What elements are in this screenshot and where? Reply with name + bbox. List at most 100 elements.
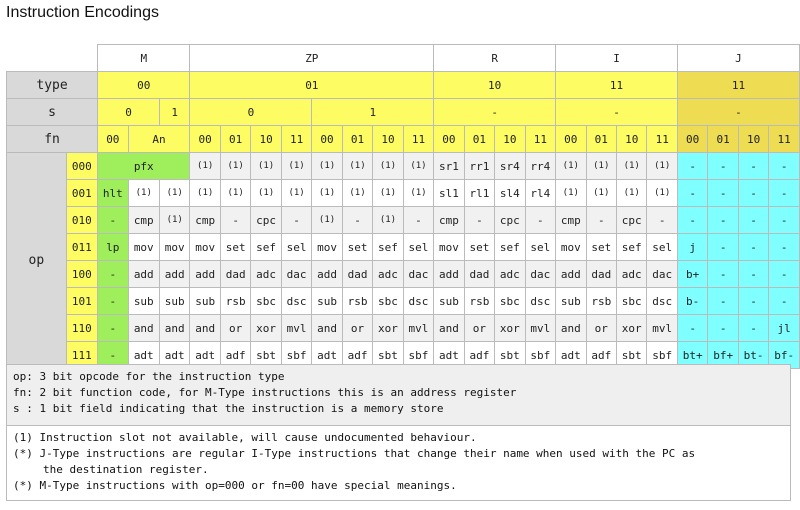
fn-code: 10: [615, 125, 648, 153]
j-cell: -: [768, 152, 800, 180]
opcode-row: 110- and and and or xor mvl and or xor mvl and or xor…: [7, 314, 800, 342]
zp-cell: (1): [250, 179, 282, 207]
zp-cell: (1): [311, 179, 343, 207]
zp-cell: sub: [189, 287, 221, 315]
zp-cell: (1): [280, 179, 313, 207]
r-cell: -: [524, 206, 557, 234]
r-cell: set: [463, 233, 496, 261]
m-cell: mov: [158, 233, 191, 261]
r-cell: sef: [494, 233, 526, 261]
type-i: 11: [555, 71, 678, 99]
r-cell: adc: [494, 260, 526, 288]
zp-cell: (1): [372, 152, 404, 180]
i-cell: and: [555, 314, 587, 342]
i-cell: sbc: [615, 287, 648, 315]
i-cell: xor: [615, 314, 648, 342]
opcode-row: 100- add add add dad adc dac add dad adc dac add dad…: [7, 260, 800, 288]
i-cell: (1): [646, 179, 678, 207]
header-m: M: [97, 44, 191, 72]
note-line: (1) Instruction slot not available, will…: [13, 431, 477, 444]
i-cell: set: [585, 233, 618, 261]
zp-cell: (1): [402, 179, 435, 207]
fn-code: 11: [768, 125, 800, 153]
i-cell: dac: [646, 260, 678, 288]
zp-cell: dad: [219, 260, 252, 288]
type-zp: 01: [189, 71, 435, 99]
m-cell: sub: [127, 287, 160, 315]
zp-cell: or: [341, 314, 374, 342]
legend-line: fn: 2 bit function code, for M-Type inst…: [13, 386, 517, 399]
r-cell: dac: [524, 260, 557, 288]
opcode-row: 011 lp mov mov mov set sef sel mov set sef sel mov se…: [7, 233, 800, 261]
opcode-value: 011: [65, 233, 99, 261]
m-cell: add: [158, 260, 191, 288]
r-cell: sr1: [433, 152, 465, 180]
m-cell: hlt: [97, 179, 129, 207]
i-cell: mov: [555, 233, 587, 261]
row-label-type: type: [5, 71, 99, 99]
r-cell: sl4: [494, 179, 526, 207]
opcode-value: 101: [65, 287, 99, 315]
opcode-row: 010- cmp (1) cmp - cpc - (1) - (1) - cmp - cpc - cmp - cp…: [7, 206, 800, 234]
j-cell: -: [737, 206, 770, 234]
j-cell: -: [768, 287, 800, 315]
fn-code: 01: [341, 125, 374, 153]
j-cell: -: [768, 260, 800, 288]
r-cell: xor: [494, 314, 526, 342]
zp-cell: set: [341, 233, 374, 261]
i-cell: (1): [615, 179, 648, 207]
r-cell: sl1: [433, 179, 465, 207]
row-label-fn: fn: [5, 125, 99, 153]
r-cell: cpc: [494, 206, 526, 234]
fn-code: 01: [219, 125, 252, 153]
fn-code: 00: [311, 125, 343, 153]
fn-code: 00: [433, 125, 465, 153]
r-cell: rr1: [463, 152, 496, 180]
fn-code: 01: [707, 125, 739, 153]
corner-cell: [7, 45, 98, 72]
opcode-row: op 000 pfx (1) (1) (1) (1) (1) (1) (1) (1) sr1 rr1 sr…: [6, 152, 800, 369]
m-cell: -: [97, 314, 129, 342]
fn-code: 01: [463, 125, 496, 153]
fn-code: 11: [402, 125, 435, 153]
row-label-s: s: [5, 98, 99, 126]
zp-cell: cmp: [189, 206, 221, 234]
zp-cell: mvl: [280, 314, 313, 342]
zp-cell: dsc: [280, 287, 313, 315]
fn-code: 01: [585, 125, 618, 153]
i-cell: rsb: [585, 287, 618, 315]
fn-code: 00: [676, 125, 709, 153]
zp-cell: (1): [402, 152, 435, 180]
r-cell: -: [463, 206, 496, 234]
zp-cell: (1): [341, 152, 374, 180]
legend-block: op: 3 bit opcode for the instruction typ…: [6, 364, 791, 426]
j-cell: -: [707, 314, 739, 342]
fn-code: 10: [494, 125, 526, 153]
fn-row: fn 00 An 00 01 10 11 00 01 10 11 00 01 1…: [5, 125, 800, 153]
r-cell: or: [463, 314, 496, 342]
zp-cell: or: [219, 314, 252, 342]
opcode-value: 001: [65, 179, 99, 207]
row-label-op: op: [6, 152, 67, 369]
zp-cell: adc: [372, 260, 404, 288]
notes-block: (1) Instruction slot not available, will…: [6, 425, 791, 501]
i-cell: or: [585, 314, 618, 342]
page-title: Instruction Encodings: [6, 4, 159, 21]
zp-cell: xor: [250, 314, 282, 342]
i-cell: cpc: [615, 206, 648, 234]
m-cell: sub: [158, 287, 191, 315]
j-cell: -: [676, 206, 709, 234]
m-cell: (1): [127, 179, 160, 207]
zp-cell: (1): [372, 206, 404, 234]
j-cell: -: [707, 206, 739, 234]
i-cell: dsc: [646, 287, 678, 315]
zp-cell: -: [280, 206, 313, 234]
zp-cell: dac: [402, 260, 435, 288]
fn-code: 10: [372, 125, 404, 153]
zp-cell: (1): [311, 206, 343, 234]
zp-cell: mvl: [402, 314, 435, 342]
type-m: 00: [97, 71, 191, 99]
zp-cell: add: [189, 260, 221, 288]
i-cell: sel: [646, 233, 678, 261]
zp-cell: xor: [372, 314, 404, 342]
